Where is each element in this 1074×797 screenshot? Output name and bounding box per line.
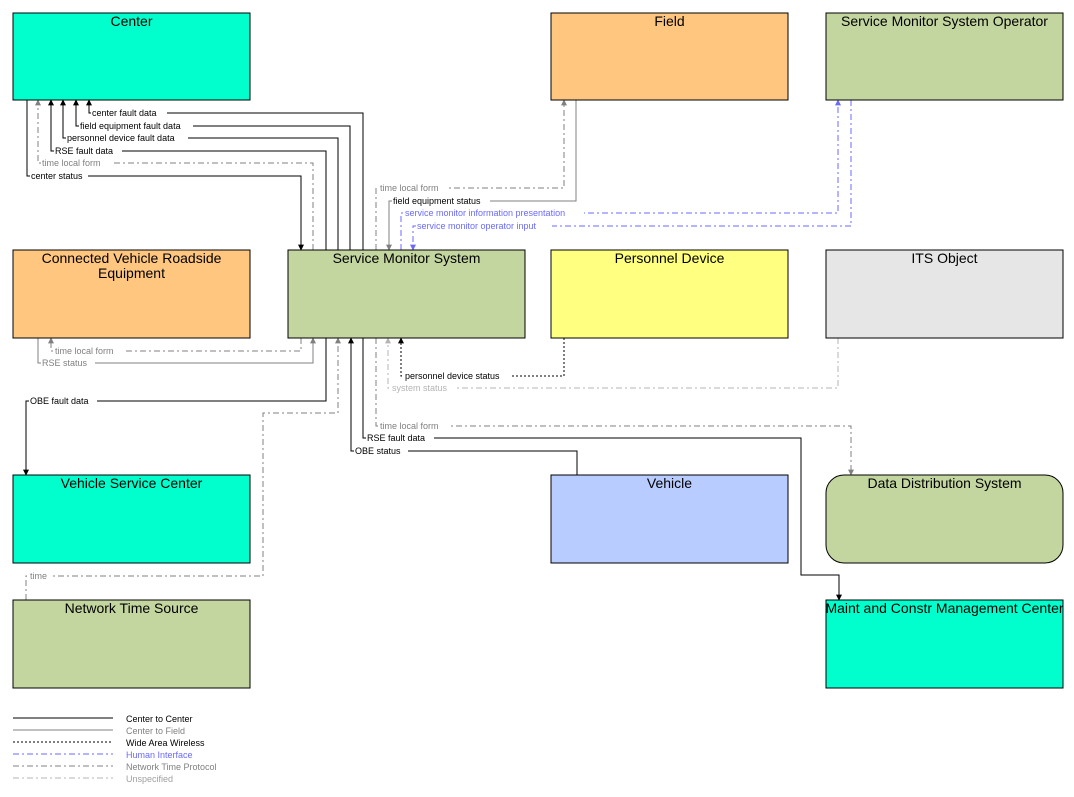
flow-time-local-form-dds [375,338,854,476]
legend-label-center-to-field: Center to Field [126,726,185,736]
box-service-monitor-system-operator[interactable]: Service Monitor System Operator [825,12,1064,101]
legend-label-center-to-center: Center to Center [126,714,193,724]
box-center[interactable]: Center [12,12,251,101]
box-service-monitor-label: Service Monitor System [333,250,481,266]
label-rse-status: RSE status [42,358,88,368]
legend: Center to Center Center to Field Wide Ar… [13,714,217,784]
label-time: time [30,571,47,581]
architecture-diagram: center fault data field equipment fault … [12,12,1064,784]
label-field-equipment-status: field equipment status [393,196,481,206]
box-data-distribution-label: Data Distribution System [867,475,1021,491]
label-time-local-form-cvre: time local form [55,346,114,356]
box-service-monitor-system[interactable]: Service Monitor System [287,249,526,339]
box-cvre-label-line1: Connected Vehicle Roadside [42,250,222,266]
box-personnel-device[interactable]: Personnel Device [550,249,789,339]
label-system-status: system status [392,383,448,393]
box-data-distribution-system[interactable]: Data Distribution System [825,474,1064,564]
label-rse-fault-data-maint: RSE fault data [367,433,425,443]
box-connected-vehicle-roadside-equipment[interactable]: Connected Vehicle Roadside Equipment [12,249,251,339]
label-service-monitor-operator-input: service monitor operator input [417,221,537,231]
label-center-status: center status [31,171,83,181]
legend-label-human-interface: Human Interface [126,750,193,760]
box-vehicle-service-center[interactable]: Vehicle Service Center [12,474,251,564]
legend-label-network-time-protocol: Network Time Protocol [126,762,217,772]
box-cvre-label-line2: Equipment [98,265,165,281]
label-time-local-form-field: time local form [380,183,439,193]
box-network-time-source[interactable]: Network Time Source [12,599,251,689]
box-vehicle-label: Vehicle [647,475,692,491]
legend-label-unspecified: Unspecified [126,774,173,784]
label-obe-status: OBE status [355,446,401,456]
box-maint-and-constr-management-center[interactable]: Maint and Constr Management Center [825,599,1064,689]
legend-label-wide-area-wireless: Wide Area Wireless [126,738,205,748]
box-vehicle[interactable]: Vehicle [550,474,789,564]
label-personnel-device-fault-data: personnel device fault data [67,133,175,143]
label-field-equipment-fault-data: field equipment fault data [80,121,181,131]
box-operator-label: Service Monitor System Operator [841,13,1048,29]
box-its-object[interactable]: ITS Object [825,249,1064,339]
label-time-local-form-dds: time local form [380,421,439,431]
label-center-fault-data: center fault data [92,108,157,118]
box-maint-constr-label: Maint and Constr Management Center [825,600,1063,616]
box-field[interactable]: Field [550,12,789,101]
box-center-label: Center [110,13,152,29]
box-personnel-device-label: Personnel Device [615,250,725,266]
box-its-object-label: ITS Object [911,250,977,266]
box-vehicle-service-center-label: Vehicle Service Center [61,475,203,491]
box-field-label: Field [654,13,684,29]
label-time-local-form-center: time local form [42,158,101,168]
label-personnel-device-status: personnel device status [405,371,500,381]
box-network-time-source-label: Network Time Source [65,600,199,616]
label-rse-fault-data-center: RSE fault data [55,146,113,156]
label-service-monitor-information-presentation: service monitor information presentation [405,208,565,218]
label-obe-fault-data: OBE fault data [30,396,89,406]
